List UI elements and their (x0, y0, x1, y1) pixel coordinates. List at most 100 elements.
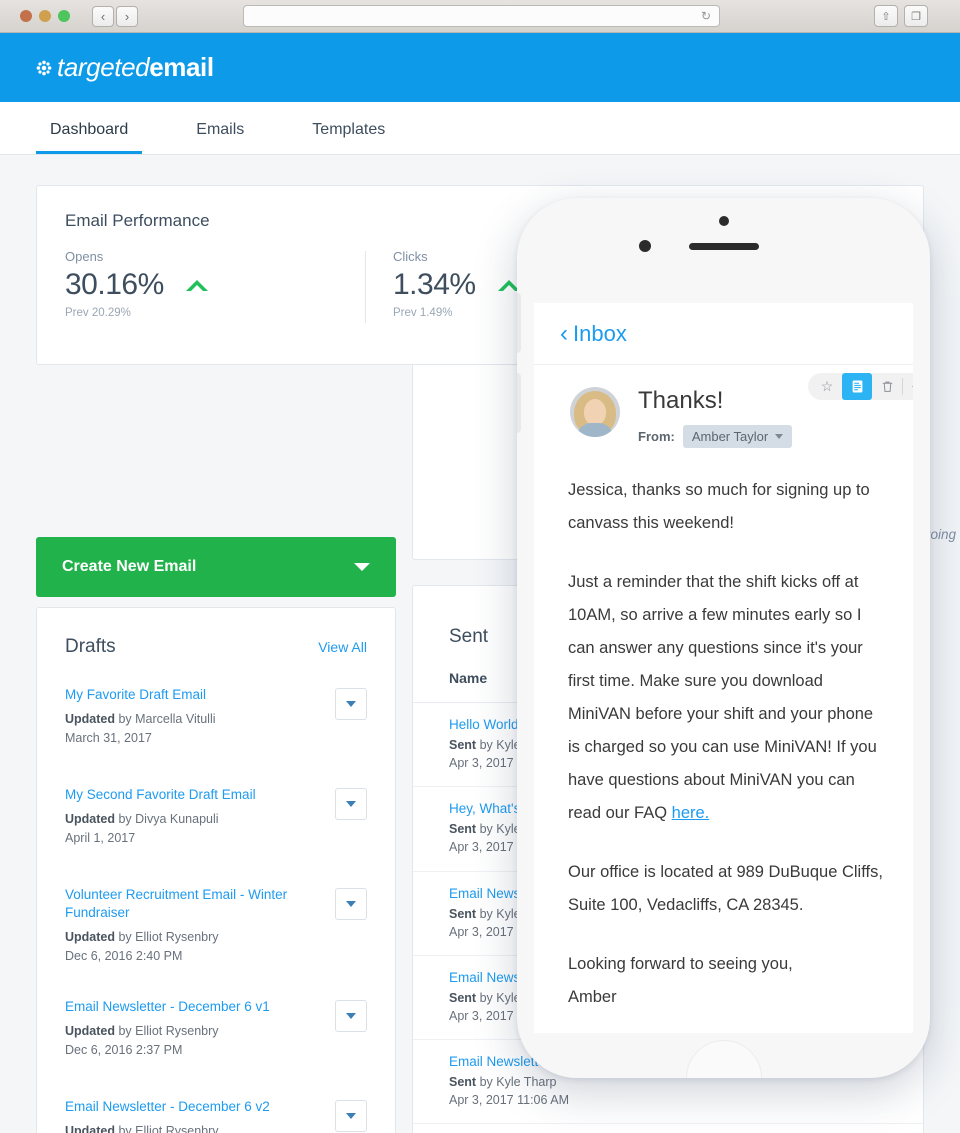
trend-up-icon (185, 279, 208, 292)
app-logo[interactable]: targetedemail (36, 52, 214, 83)
flag-icon[interactable] (842, 373, 872, 400)
drafts-list: My Favorite Draft Email Updated by Marce… (37, 676, 395, 1133)
phone-speaker-icon (688, 243, 759, 250)
inbox-label: Inbox (573, 320, 627, 346)
browser-right-controls: ⇧ ❐ (874, 5, 928, 27)
star-icon[interactable]: ☆ (812, 373, 842, 400)
screenshot-viewport: ‹ › ↻ ⇧ ❐ targetedemail Dashboard Emails… (0, 0, 960, 1133)
phone-home-button[interactable] (685, 1040, 762, 1078)
chevron-down-icon (346, 1012, 356, 1019)
draft-date: Dec 6, 2016 2:37 PM (65, 1042, 183, 1057)
chevron-left-icon: ‹ (560, 319, 568, 347)
maximize-window-button[interactable] (58, 10, 70, 22)
sent-label: Sent (449, 906, 477, 921)
draft-name-link[interactable]: Email Newsletter - December 6 v2 (65, 1098, 315, 1116)
forward-icon[interactable]: › (116, 5, 138, 27)
draft-meta: Updated by Marcella Vitulli March 31, 20… (65, 710, 315, 748)
metric-previous: Prev 20.29% (65, 307, 131, 319)
sent-date: Apr 3, 2017 11:06 AM (449, 1093, 569, 1108)
drafts-view-all-link[interactable]: View All (318, 639, 367, 655)
mail-header: Thanks! From: Amber Taylor ☆ (534, 365, 913, 466)
draft-name-link[interactable]: My Favorite Draft Email (65, 686, 315, 704)
draft-date: April 1, 2017 (65, 830, 136, 845)
window-traffic-lights (20, 10, 70, 22)
metric-opens: Opens 30.16% Prev 20.29% (37, 249, 365, 319)
draft-author: by Elliot Rysenbry (115, 1024, 219, 1039)
mail-signature: Amber (568, 988, 617, 1006)
drafts-panel: Drafts View All My Favorite Draft Email … (36, 607, 396, 1133)
minimize-window-button[interactable] (39, 10, 51, 22)
list-item: Email Newsletter - December 6 v2 Updated… (57, 1088, 375, 1133)
draft-name-link[interactable]: Volunteer Recruitment Email - Winter Fun… (65, 886, 315, 922)
phone-screen: ‹ Inbox Thanks! From: Amber Taylor ☆ Jes… (534, 303, 913, 1033)
draft-meta: Updated by Elliot Rysenbry Dec 6, 2016 2… (65, 1022, 315, 1060)
metric-value: 30.16% (65, 268, 164, 301)
draft-author: by Elliot Rysenbry (115, 1124, 219, 1133)
share-icon[interactable]: ⇧ (874, 5, 898, 27)
mail-body: Jessica, thanks so much for signing up t… (534, 466, 913, 1014)
draft-author: by Divya Kunapuli (115, 812, 219, 827)
phone-volume-down-button[interactable] (517, 373, 521, 433)
drafts-title: Drafts (65, 636, 116, 657)
draft-meta: Updated by Elliot Rysenbry Dec 6, 2016 2… (65, 928, 315, 966)
tab-emails[interactable]: Emails (182, 121, 258, 154)
sent-label: Sent (449, 1075, 477, 1089)
trash-icon[interactable] (872, 373, 902, 400)
mail-signoff: Looking forward to seeing you, (568, 955, 793, 973)
back-to-inbox-button[interactable]: ‹ Inbox (560, 321, 627, 347)
mail-paragraph-2-text: Just a reminder that the shift kicks off… (568, 573, 877, 822)
sent-author: by Kyle Tharp (476, 1075, 557, 1089)
draft-author: by Elliot Rysenbry (115, 930, 219, 945)
chevron-down-icon (354, 563, 370, 571)
draft-name-link[interactable]: Email Newsletter - December 6 v1 (65, 998, 315, 1016)
sent-label: Sent (449, 990, 477, 1005)
browser-chrome: ‹ › ↻ ⇧ ❐ (0, 0, 960, 33)
phone-volume-up-button[interactable] (517, 293, 521, 353)
draft-date: Dec 6, 2016 2:40 PM (65, 949, 183, 964)
chevron-down-icon (775, 434, 784, 439)
url-input[interactable]: ↻ (243, 5, 720, 27)
list-item: Volunteer Recruitment Email - Winter Fun… (57, 876, 375, 988)
mail-action-toolbar: ☆ (808, 373, 913, 400)
tab-dashboard[interactable]: Dashboard (36, 121, 143, 154)
sender-dropdown[interactable]: Amber Taylor (682, 425, 793, 448)
draft-date: March 31, 2017 (65, 730, 152, 745)
draft-updated-label: Updated (65, 930, 115, 945)
chevron-down-icon (346, 801, 356, 807)
logo-text-bold: email (149, 52, 214, 82)
logo-text-italic: targeted (57, 52, 150, 82)
mail-paragraph-3: Our office is located at 989 DuBuque Cli… (568, 863, 883, 914)
avatar (570, 387, 620, 437)
draft-updated-label: Updated (65, 712, 115, 727)
draft-menu-button[interactable] (335, 1099, 367, 1132)
draft-menu-button[interactable] (335, 888, 367, 920)
chevron-down-icon (346, 901, 356, 907)
chevron-down-icon (346, 701, 356, 707)
main-nav-tabs: Dashboard Emails Templates (0, 102, 960, 155)
mail-subject: Thanks! (638, 387, 724, 414)
create-new-email-button[interactable]: Create New Email (36, 537, 396, 597)
reply-icon[interactable] (903, 373, 913, 400)
faq-link[interactable]: here. (672, 804, 710, 822)
close-window-button[interactable] (20, 10, 32, 22)
browser-nav-buttons: ‹ › (92, 5, 138, 27)
draft-updated-label: Updated (65, 1124, 115, 1133)
mail-navbar: ‹ Inbox (534, 303, 913, 365)
draft-meta: Updated by Divya Kunapuli April 1, 2017 (65, 810, 315, 848)
create-new-email-label: Create New Email (62, 558, 197, 575)
reload-icon[interactable]: ↻ (701, 9, 711, 23)
back-icon[interactable]: ‹ (92, 5, 114, 27)
tab-templates[interactable]: Templates (298, 121, 399, 154)
draft-meta: Updated by Elliot Rysenbry Dec 6, 2016 2… (65, 1122, 315, 1133)
phone-mockup: ‹ Inbox Thanks! From: Amber Taylor ☆ Jes… (517, 198, 930, 1078)
draft-menu-button[interactable] (335, 788, 367, 820)
sent-label: Sent (449, 738, 477, 752)
draft-menu-button[interactable] (335, 688, 367, 720)
metric-label: Opens (65, 249, 104, 264)
draft-name-link[interactable]: My Second Favorite Draft Email (65, 786, 315, 804)
phone-sensor-icon (718, 216, 729, 226)
from-label: From: (638, 429, 675, 444)
tabs-icon[interactable]: ❐ (904, 5, 928, 27)
sent-meta: Sent by Kyle Tharp Apr 3, 2017 11:06 AM (449, 1073, 923, 1109)
draft-menu-button[interactable] (335, 999, 367, 1032)
